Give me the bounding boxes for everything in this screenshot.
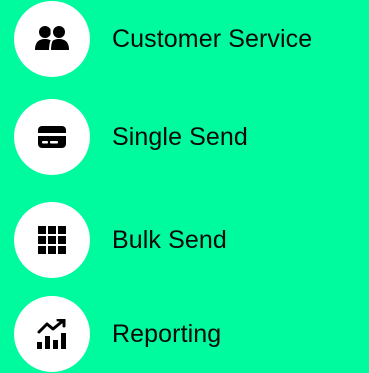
menu-item-bulk-send[interactable]: Bulk Send xyxy=(14,201,227,279)
menu-item-label: Single Send xyxy=(112,122,248,151)
menu-item-label: Reporting xyxy=(112,319,222,348)
menu-item-customer-service[interactable]: Customer Service xyxy=(14,0,312,78)
bulk-send-icon-button[interactable] xyxy=(14,202,90,278)
reporting-icon-button[interactable] xyxy=(14,296,90,372)
menu-item-reporting[interactable]: Reporting xyxy=(14,295,221,373)
customer-service-icon-button[interactable] xyxy=(14,1,90,77)
credit-card-icon xyxy=(38,126,66,148)
menu-item-label: Bulk Send xyxy=(112,225,227,254)
customer-service-icon xyxy=(35,26,69,52)
single-send-icon-button[interactable] xyxy=(14,99,90,175)
grid-icon xyxy=(38,226,66,254)
menu-item-label: Customer Service xyxy=(112,24,313,53)
analytics-chart-icon xyxy=(37,319,66,349)
navigation-menu: Customer Service Single Send Bulk Send R… xyxy=(0,0,369,372)
menu-item-single-send[interactable]: Single Send xyxy=(14,98,248,176)
